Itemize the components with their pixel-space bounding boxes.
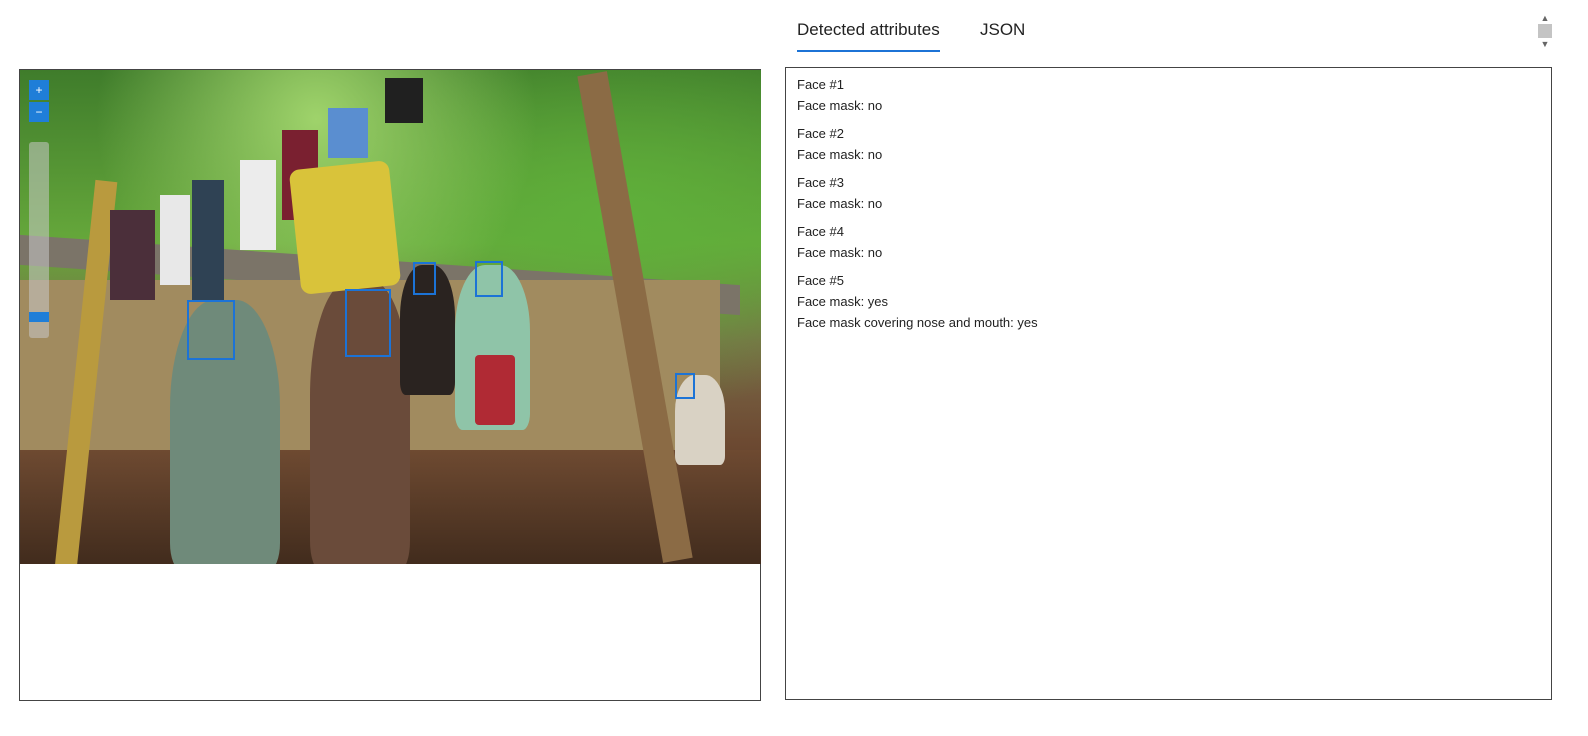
scrollbar-thumb[interactable] — [1538, 24, 1552, 38]
face-entry-2: Face #2 Face mask: no — [797, 123, 1540, 165]
face-attribute: Face mask: no — [797, 245, 883, 260]
zoom-out-button[interactable]: − — [29, 102, 49, 122]
face-box-1[interactable] — [187, 300, 235, 360]
yellow-jerrycan — [288, 160, 402, 295]
face-title: Face #1 — [797, 77, 844, 92]
zoom-slider-thumb[interactable] — [29, 312, 49, 322]
tab-json[interactable]: JSON — [980, 20, 1025, 50]
face-title: Face #2 — [797, 126, 844, 141]
plus-icon: + — [35, 83, 43, 97]
face-title: Face #4 — [797, 224, 844, 239]
face-title: Face #5 — [797, 273, 844, 288]
face-entry-3: Face #3 Face mask: no — [797, 172, 1540, 214]
face-box-2[interactable] — [345, 289, 391, 357]
scroll-up-icon[interactable]: ▲ — [1538, 12, 1552, 24]
tab-detected-attributes[interactable]: Detected attributes — [797, 20, 940, 52]
face-entry-5: Face #5 Face mask: yes Face mask coverin… — [797, 270, 1540, 333]
minus-icon: − — [35, 105, 43, 119]
laundry-item — [240, 160, 276, 250]
face-entry-1: Face #1 Face mask: no — [797, 74, 1540, 116]
laundry-item — [160, 195, 190, 285]
face-box-3[interactable] — [413, 262, 436, 295]
zoom-in-button[interactable]: + — [29, 80, 49, 100]
results-panel: Face #1 Face mask: no Face #2 Face mask:… — [785, 67, 1552, 700]
face-box-5[interactable] — [675, 373, 695, 399]
face-box-4[interactable] — [475, 261, 503, 297]
face-attribute: Face mask covering nose and mouth: yes — [797, 315, 1038, 330]
face-attribute: Face mask: no — [797, 196, 883, 211]
face-attribute: Face mask: no — [797, 147, 883, 162]
child-figure — [475, 355, 515, 425]
image-viewer[interactable]: + − — [19, 69, 761, 701]
face-attribute: Face mask: yes — [797, 294, 889, 309]
laundry-item — [110, 210, 155, 300]
zoom-slider[interactable] — [29, 142, 49, 338]
analyzed-photo: + − — [20, 70, 761, 564]
laundry-item — [385, 78, 423, 123]
face-attribute: Face mask: no — [797, 98, 883, 113]
laundry-item — [192, 180, 224, 300]
page-scrollbar[interactable]: ▲ ▼ — [1538, 12, 1552, 54]
face-title: Face #3 — [797, 175, 844, 190]
face-entry-4: Face #4 Face mask: no — [797, 221, 1540, 263]
laundry-item — [328, 108, 368, 158]
scroll-down-icon[interactable]: ▼ — [1538, 38, 1552, 50]
